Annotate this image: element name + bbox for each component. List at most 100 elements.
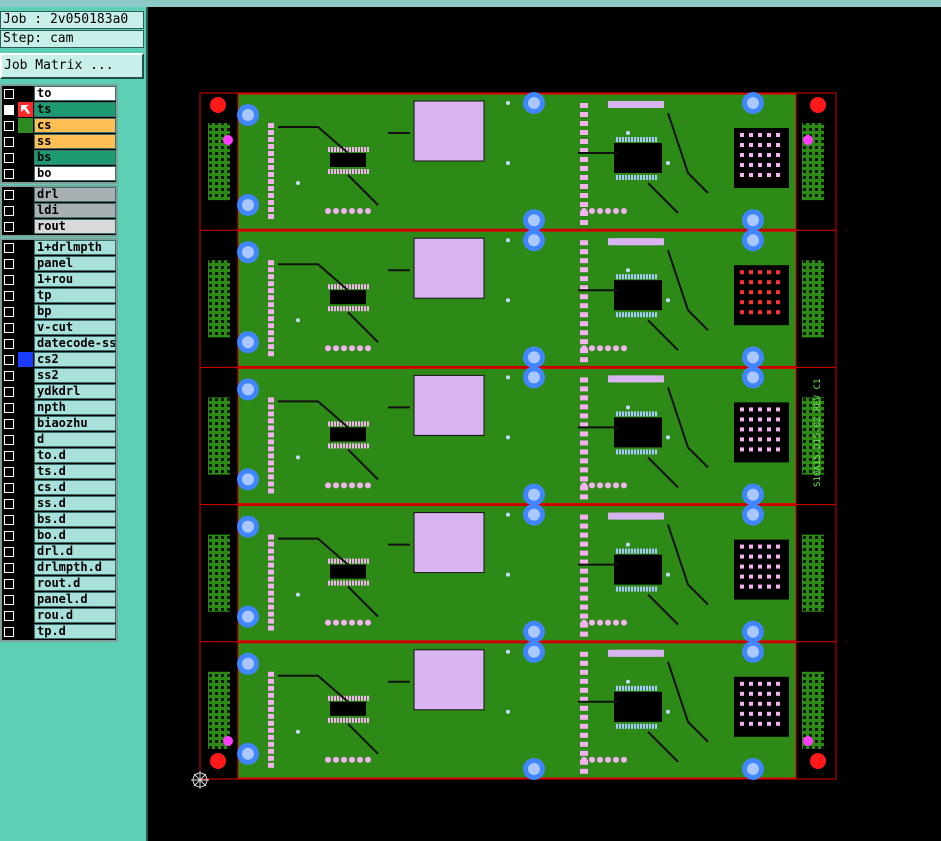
layer-name[interactable]: ss2 — [34, 368, 116, 383]
layer-name[interactable]: tp — [34, 288, 116, 303]
layer-color-swatch[interactable] — [18, 416, 33, 431]
layer-name[interactable]: d — [34, 432, 116, 447]
layer-color-swatch[interactable] — [18, 624, 33, 639]
layer-row-cs2[interactable]: cs2 — [2, 352, 116, 368]
layer-name[interactable]: rou.d — [34, 608, 116, 623]
layer-checkbox[interactable] — [4, 595, 14, 605]
layer-row-panel.d[interactable]: panel.d — [2, 592, 116, 608]
layer-color-swatch[interactable] — [18, 512, 33, 527]
layer-checkbox[interactable] — [4, 547, 14, 557]
layer-row-drlmpth.d[interactable]: drlmpth.d — [2, 560, 116, 576]
layer-name[interactable]: ss — [34, 134, 116, 149]
job-matrix-button[interactable]: Job Matrix ... — [0, 53, 144, 79]
layer-row-to[interactable]: to — [2, 86, 116, 102]
layer-row-panel[interactable]: panel — [2, 256, 116, 272]
layer-checkbox[interactable] — [4, 435, 14, 445]
layer-color-swatch[interactable] — [18, 432, 33, 447]
layer-checkbox[interactable] — [4, 169, 14, 179]
layer-checkbox[interactable] — [4, 451, 14, 461]
layer-row-1+rou[interactable]: 1+rou — [2, 272, 116, 288]
layer-checkbox[interactable] — [4, 419, 14, 429]
layer-color-swatch[interactable] — [18, 528, 33, 543]
layer-checkbox[interactable] — [4, 531, 14, 541]
layer-name[interactable]: bo — [34, 166, 116, 181]
layer-row-rout[interactable]: rout — [2, 219, 116, 235]
layer-checkbox[interactable] — [4, 563, 14, 573]
layer-checkbox[interactable] — [4, 355, 14, 365]
layer-color-swatch[interactable] — [18, 576, 33, 591]
layer-checkbox[interactable] — [4, 89, 14, 99]
layer-color-swatch[interactable] — [18, 272, 33, 287]
layer-checkbox[interactable] — [4, 483, 14, 493]
layer-row-tp[interactable]: tp — [2, 288, 116, 304]
layer-row-cs[interactable]: cs — [2, 118, 116, 134]
layer-checkbox[interactable] — [4, 105, 14, 115]
layer-row-to.d[interactable]: to.d — [2, 448, 116, 464]
layer-row-d[interactable]: d — [2, 432, 116, 448]
layer-row-npth[interactable]: npth — [2, 400, 116, 416]
layer-checkbox[interactable] — [4, 190, 14, 200]
layer-color-swatch[interactable] — [18, 608, 33, 623]
layer-color-swatch[interactable] — [18, 288, 33, 303]
layer-row-bs.d[interactable]: bs.d — [2, 512, 116, 528]
layer-row-rout.d[interactable]: rout.d — [2, 576, 116, 592]
pcb-view[interactable]: S10A15-D15-02 REV C1 — [148, 7, 941, 841]
layer-checkbox[interactable] — [4, 291, 14, 301]
layer-name[interactable]: ldi — [34, 203, 116, 218]
layer-color-swatch[interactable] — [18, 464, 33, 479]
layer-color-swatch[interactable] — [18, 86, 33, 101]
layer-color-swatch[interactable] — [18, 480, 33, 495]
layer-row-ts.d[interactable]: ts.d — [2, 464, 116, 480]
layer-row-ss.d[interactable]: ss.d — [2, 496, 116, 512]
layer-color-swatch[interactable] — [18, 336, 33, 351]
layer-row-rou.d[interactable]: rou.d — [2, 608, 116, 624]
graphic-canvas[interactable]: S10A15-D15-02 REV C1 — [148, 7, 941, 841]
layer-name[interactable]: 1+drlmpth — [34, 240, 116, 255]
layer-name[interactable]: cs — [34, 118, 116, 133]
layer-row-ss[interactable]: ss — [2, 134, 116, 150]
layer-color-swatch[interactable] — [18, 544, 33, 559]
layer-checkbox[interactable] — [4, 339, 14, 349]
layer-color-swatch[interactable] — [18, 496, 33, 511]
layer-checkbox[interactable] — [4, 121, 14, 131]
layer-checkbox[interactable] — [4, 222, 14, 232]
layer-name[interactable]: v-cut — [34, 320, 116, 335]
layer-color-swatch[interactable] — [18, 203, 33, 218]
layer-name[interactable]: drl.d — [34, 544, 116, 559]
layer-row-drl.d[interactable]: drl.d — [2, 544, 116, 560]
layer-color-swatch[interactable] — [18, 352, 33, 367]
layer-name[interactable]: ts — [34, 102, 116, 117]
layer-checkbox[interactable] — [4, 206, 14, 216]
layer-checkbox[interactable] — [4, 627, 14, 637]
layer-name[interactable]: bs.d — [34, 512, 116, 527]
layer-name[interactable]: bp — [34, 304, 116, 319]
layer-row-ydkdrl[interactable]: ydkdrl — [2, 384, 116, 400]
layer-name[interactable]: 1+rou — [34, 272, 116, 287]
layer-row-cs.d[interactable]: cs.d — [2, 480, 116, 496]
layer-name[interactable]: datecode-ss — [34, 336, 116, 351]
layer-name[interactable]: rout — [34, 219, 116, 234]
layer-color-swatch[interactable] — [18, 448, 33, 463]
layer-row-biaozhu[interactable]: biaozhu — [2, 416, 116, 432]
layer-row-v-cut[interactable]: v-cut — [2, 320, 116, 336]
layer-checkbox[interactable] — [4, 403, 14, 413]
layer-name[interactable]: to — [34, 86, 116, 101]
layer-checkbox[interactable] — [4, 515, 14, 525]
layer-name[interactable]: bs — [34, 150, 116, 165]
layer-name[interactable]: drl — [34, 187, 116, 202]
layer-row-bs[interactable]: bs — [2, 150, 116, 166]
layer-color-swatch[interactable] — [18, 134, 33, 149]
layer-checkbox[interactable] — [4, 611, 14, 621]
layer-color-swatch[interactable] — [18, 592, 33, 607]
layer-name[interactable]: cs.d — [34, 480, 116, 495]
layer-checkbox[interactable] — [4, 387, 14, 397]
layer-row-ldi[interactable]: ldi — [2, 203, 116, 219]
layer-checkbox[interactable] — [4, 499, 14, 509]
cursor-arrow-icon[interactable] — [18, 102, 33, 117]
layer-row-bo.d[interactable]: bo.d — [2, 528, 116, 544]
layer-checkbox[interactable] — [4, 153, 14, 163]
layer-color-swatch[interactable] — [18, 118, 33, 133]
layer-color-swatch[interactable] — [18, 219, 33, 234]
layer-color-swatch[interactable] — [18, 304, 33, 319]
layer-checkbox[interactable] — [4, 307, 14, 317]
